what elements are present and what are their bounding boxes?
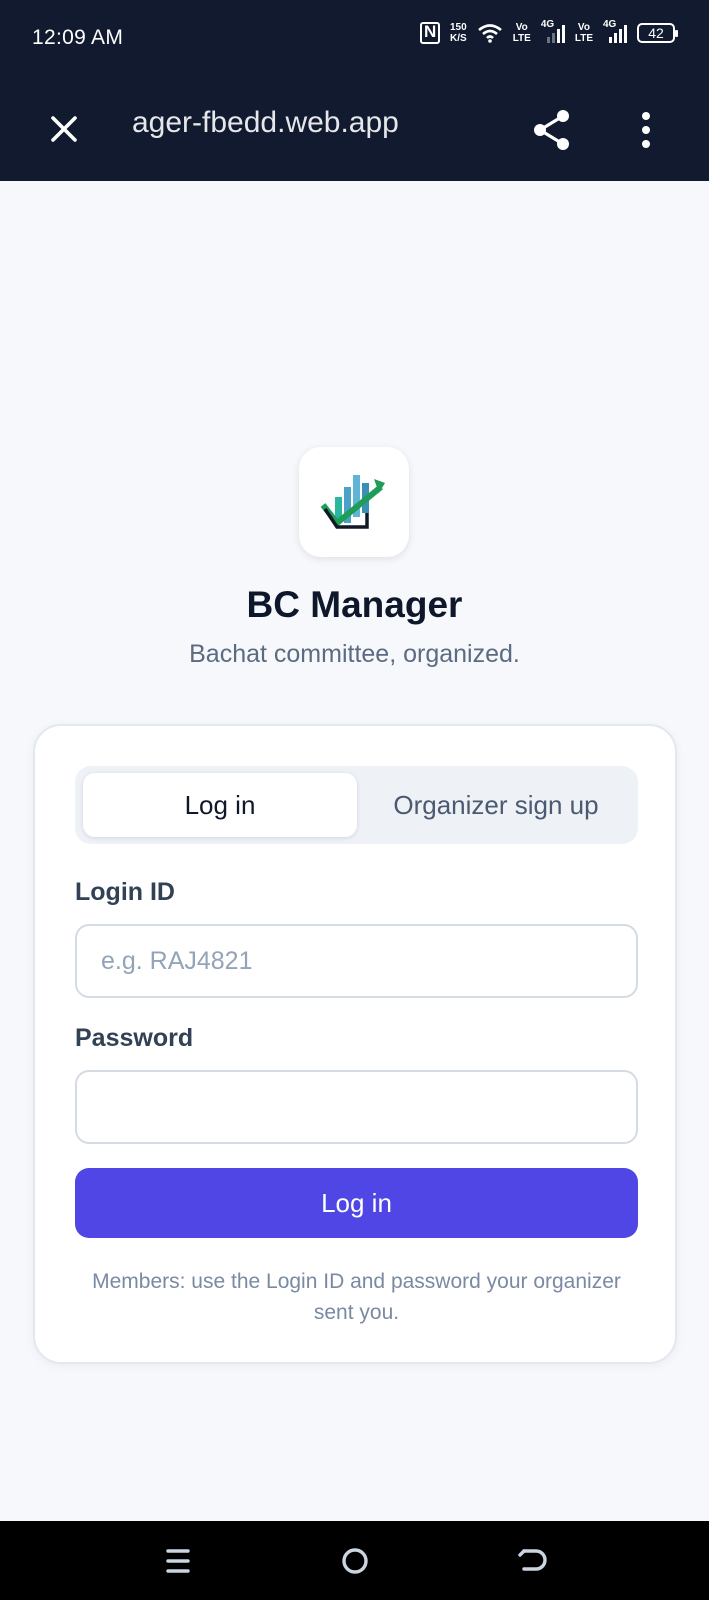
auth-tabs: Log in Organizer sign up [75,766,638,844]
sim1-lte-label: LTE [512,33,531,44]
log-in-button[interactable]: Log in [75,1168,638,1238]
app-logo [299,447,409,557]
sim1-net-label: 4G [540,19,555,30]
share-icon[interactable] [528,106,576,154]
recent-apps-icon[interactable] [156,1539,200,1583]
app-subtitle: Bachat committee, organized. [189,640,520,668]
sim2-net-label: 4G [603,19,617,30]
network-speed-value: 150 [450,22,467,33]
back-icon[interactable] [510,1539,554,1583]
sim1-signal-icon: 4G [541,19,565,43]
battery-level: 42 [648,25,664,41]
sim1-volte-label: Vo [515,22,528,33]
tab-log-in[interactable]: Log in [83,773,357,837]
password-input[interactable] [75,1070,638,1144]
chart-growth-logo-icon [320,475,385,529]
member-help-note: Members: use the Login ID and password y… [92,1270,621,1324]
browser-toolbar: ager-fbedd.web.app [0,80,709,181]
nfc-icon [420,22,440,44]
url-text[interactable]: ager-fbedd.web.app [132,106,452,140]
wifi-icon [477,24,502,43]
status-time: 12:09 AM [32,26,124,49]
login-card: Log in Organizer sign up Login ID Passwo… [33,724,677,1364]
sim2-volte: Vo LTE [575,22,593,44]
tab-organizer-sign-up[interactable]: Organizer sign up [361,773,631,837]
sim1-volte: Vo LTE [513,22,531,44]
login-id-label: Login ID [75,878,175,906]
login-id-input[interactable] [75,924,638,998]
sim2-volte-label: Vo [577,22,590,33]
status-icons: 150 K/S Vo LTE 4G Vo LTE 4G [420,19,678,44]
close-icon[interactable] [44,109,84,149]
status-bar: 12:09 AM 150 K/S Vo LTE 4G Vo LTE [0,0,709,80]
network-speed-unit: K/S [450,33,467,44]
more-vertical-icon[interactable] [628,108,664,152]
network-speed: 150 K/S [450,22,467,44]
system-nav-bar [0,1521,709,1600]
password-label: Password [75,1024,194,1052]
home-icon[interactable] [333,1539,377,1583]
sim2-signal-icon: 4G [603,19,627,43]
battery-icon: 42 [637,23,678,43]
sim2-lte-label: LTE [574,33,593,44]
app-title: BC Manager [246,584,463,625]
